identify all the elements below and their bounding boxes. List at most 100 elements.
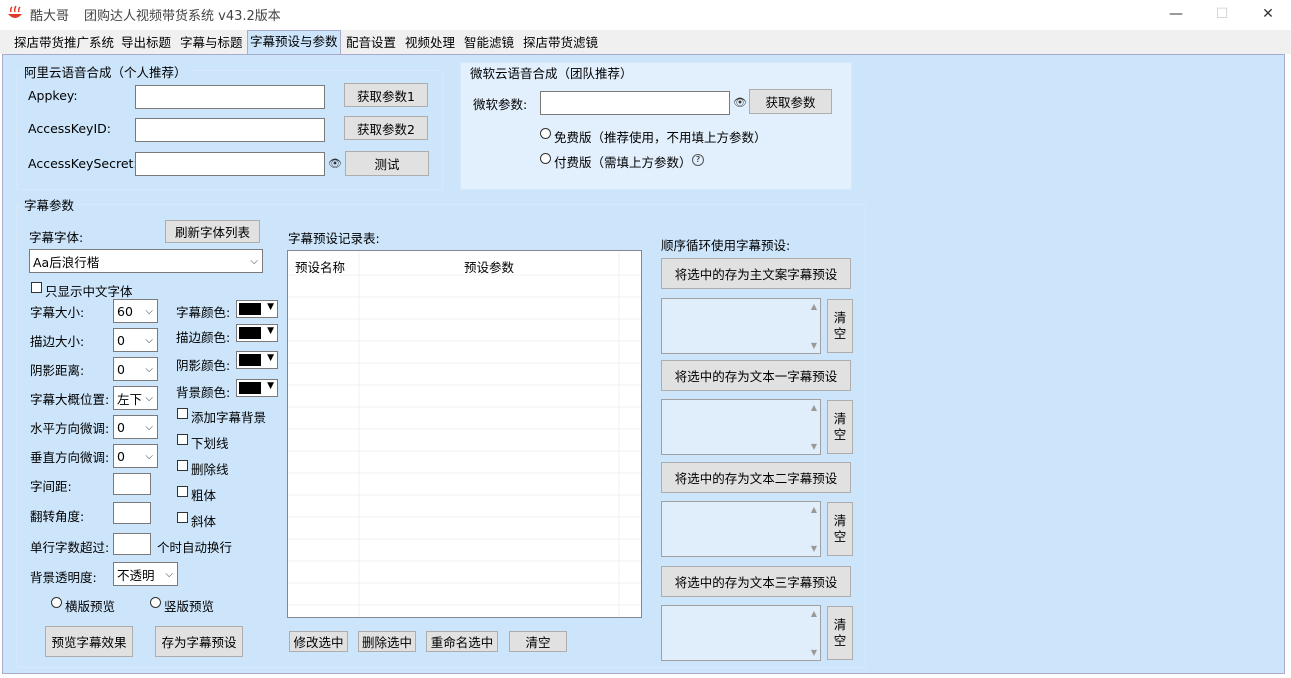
ms-get-param-button[interactable]: 获取参数 <box>749 89 832 114</box>
text3-preset-textarea[interactable]: ▲ ▼ <box>661 605 821 661</box>
clear-presets-button[interactable]: 清空 <box>509 631 567 652</box>
scroll-down-icon[interactable]: ▼ <box>811 648 817 657</box>
wrap-input[interactable] <box>113 533 151 555</box>
clear-text1-button[interactable]: 清空 <box>827 400 853 454</box>
vertical-preview-radio[interactable] <box>150 597 161 608</box>
appkey-input[interactable] <box>135 85 325 109</box>
opacity-value: 不透明 <box>117 567 155 583</box>
preview-button[interactable]: 预览字幕效果 <box>45 626 133 657</box>
save-main-preset-button[interactable]: 将选中的存为主文案字幕预设 <box>661 258 851 289</box>
chinese-only-label: 只显示中文字体 <box>45 284 133 299</box>
maximize-button[interactable]: ☐ <box>1199 0 1245 28</box>
text2-preset-textarea[interactable]: ▲ ▼ <box>661 501 821 557</box>
italic-label: 斜体 <box>191 514 217 529</box>
app-name: 酷大哥 <box>30 9 70 24</box>
accesskeysecret-input[interactable] <box>135 152 325 176</box>
chevron-down-icon: ⌵ <box>145 392 153 404</box>
scroll-down-icon[interactable]: ▼ <box>811 341 817 350</box>
bold-checkbox[interactable] <box>177 486 188 497</box>
test-button[interactable]: 测试 <box>345 151 429 176</box>
spacing-input[interactable] <box>113 473 151 495</box>
chinese-only-checkbox[interactable] <box>31 282 42 293</box>
free-version-label: 免费版（推荐使用，不用填上方参数） <box>554 130 767 145</box>
col-header-name[interactable]: 预设名称 <box>295 257 345 276</box>
rotate-input[interactable] <box>113 502 151 524</box>
strike-checkbox[interactable] <box>177 460 188 471</box>
scroll-down-icon[interactable]: ▼ <box>811 544 817 553</box>
scroll-up-icon[interactable]: ▲ <box>811 302 817 311</box>
accesskeysecret-label: AccessKeySecret: <box>28 156 138 171</box>
bg-color-picker[interactable]: ▼ <box>236 379 278 397</box>
shadow-select[interactable]: 0 ⌵ <box>113 357 158 381</box>
paid-version-radio[interactable] <box>540 153 551 164</box>
tab-subtitle-presets[interactable]: 字幕预设与参数 <box>247 30 341 55</box>
show-password-icon[interactable]: 👁 <box>328 157 342 170</box>
save-text2-preset-button[interactable]: 将选中的存为文本二字幕预设 <box>661 462 851 493</box>
save-text3-preset-button[interactable]: 将选中的存为文本三字幕预设 <box>661 566 851 597</box>
shadow-color-picker[interactable]: ▼ <box>236 351 278 369</box>
clear-main-button[interactable]: 清空 <box>827 299 853 353</box>
edit-selected-button[interactable]: 修改选中 <box>289 631 348 652</box>
scroll-up-icon[interactable]: ▲ <box>811 505 817 514</box>
stroke-size-select[interactable]: 0 ⌵ <box>113 328 158 352</box>
position-select[interactable]: 左下 ⌵ <box>113 386 158 410</box>
size-select[interactable]: 60 ⌵ <box>113 299 158 323</box>
rename-selected-button[interactable]: 重命名选中 <box>426 631 498 652</box>
ms-param-label: 微软参数: <box>473 97 528 112</box>
minimize-button[interactable]: — <box>1153 0 1199 28</box>
scroll-up-icon[interactable]: ▲ <box>811 403 817 412</box>
scroll-up-icon[interactable]: ▲ <box>811 609 817 618</box>
main-preset-textarea[interactable]: ▲ ▼ <box>661 298 821 354</box>
save-text1-preset-button[interactable]: 将选中的存为文本一字幕预设 <box>661 360 851 391</box>
cycle-label: 顺序循环使用字幕预设: <box>661 238 791 253</box>
tab-store-filter[interactable]: 探店带货滤镜 <box>521 32 600 54</box>
add-bg-checkbox[interactable] <box>177 408 188 419</box>
chevron-down-icon: ⌵ <box>145 450 153 462</box>
italic-checkbox[interactable] <box>177 512 188 523</box>
hadjust-select[interactable]: 0 ⌵ <box>113 415 158 439</box>
show-ms-param-icon[interactable]: 👁 <box>733 96 747 109</box>
tab-export-title[interactable]: 导出标题 <box>119 32 173 54</box>
opacity-label: 背景透明度: <box>30 570 97 585</box>
help-icon[interactable]: ? <box>692 154 704 166</box>
horizontal-preview-radio[interactable] <box>51 597 62 608</box>
tab-dubbing[interactable]: 配音设置 <box>344 32 398 54</box>
refresh-fonts-button[interactable]: 刷新字体列表 <box>165 220 260 243</box>
col-header-params[interactable]: 预设参数 <box>464 257 514 276</box>
font-select[interactable]: Aa后浪行楷 ⌵ <box>29 249 263 273</box>
tab-subtitle-title[interactable]: 字幕与标题 <box>178 32 245 54</box>
tab-store-promo[interactable]: 探店带货推广系统 <box>12 32 116 54</box>
app-logo-icon <box>8 5 22 18</box>
tab-smart-filter[interactable]: 智能滤镜 <box>462 32 516 54</box>
subtitle-color-picker[interactable]: ▼ <box>236 300 278 318</box>
presets-table[interactable]: 预设名称 预设参数 <box>287 250 642 618</box>
opacity-select[interactable]: 不透明 ⌵ <box>113 562 178 586</box>
paid-version-label: 付费版（需填上方参数） <box>554 155 692 170</box>
clear-text2-button[interactable]: 清空 <box>827 502 853 556</box>
aliyun-group-title: 阿里云语音合成（个人推荐） <box>22 62 189 81</box>
rotate-label: 翻转角度: <box>30 509 85 524</box>
accesskeyid-input[interactable] <box>135 118 325 142</box>
get-param1-button[interactable]: 获取参数1 <box>344 83 428 107</box>
get-param2-button[interactable]: 获取参数2 <box>344 116 428 140</box>
free-version-radio[interactable] <box>540 128 551 139</box>
scroll-down-icon[interactable]: ▼ <box>811 442 817 451</box>
stroke-color-picker[interactable]: ▼ <box>236 324 278 342</box>
clear-text3-button[interactable]: 清空 <box>827 606 853 660</box>
bg-color-label: 背景颜色: <box>176 385 231 400</box>
size-value: 60 <box>117 303 133 319</box>
text1-preset-textarea[interactable]: ▲ ▼ <box>661 399 821 455</box>
clear-label-top: 清 <box>833 411 847 426</box>
delete-selected-button[interactable]: 删除选中 <box>358 631 416 652</box>
tab-video-processing[interactable]: 视频处理 <box>403 32 457 54</box>
vadjust-label: 垂直方向微调: <box>30 450 110 465</box>
chevron-down-icon: ⌵ <box>145 421 153 433</box>
underline-checkbox[interactable] <box>177 434 188 445</box>
stroke-size-value: 0 <box>117 332 125 348</box>
save-preset-button[interactable]: 存为字幕预设 <box>155 626 243 657</box>
close-button[interactable]: ✕ <box>1245 0 1291 28</box>
ms-param-input[interactable] <box>540 91 730 115</box>
appkey-label: Appkey: <box>28 88 78 103</box>
position-label: 字幕大概位置: <box>30 392 110 407</box>
vadjust-select[interactable]: 0 ⌵ <box>113 444 158 468</box>
